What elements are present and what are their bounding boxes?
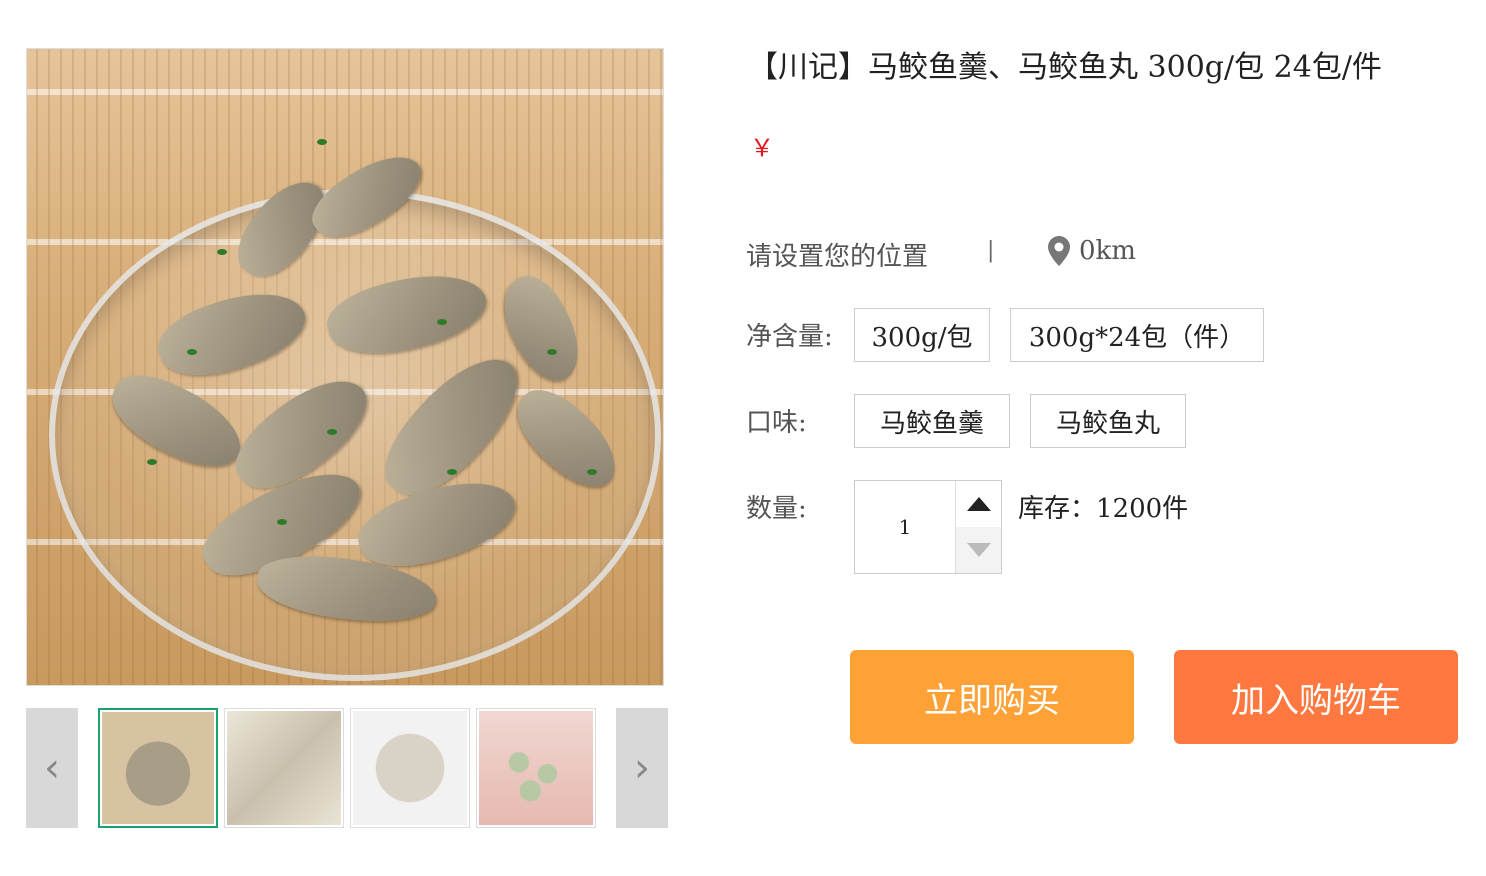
- main-product-image: [26, 48, 664, 686]
- quantity-stepper: [854, 480, 1002, 574]
- chevron-left-icon: ‹: [44, 745, 60, 791]
- location-separator: |: [987, 238, 995, 263]
- net-weight-option-case[interactable]: 300g*24包（件）: [1010, 308, 1264, 362]
- thumbnail-4[interactable]: [476, 708, 596, 828]
- product-title: 【川记】马鲛鱼羹、马鲛鱼丸 300g/包 24包/件: [748, 50, 1382, 85]
- net-weight-option-pack[interactable]: 300g/包: [854, 308, 990, 362]
- flavor-option-fish-soup[interactable]: 马鲛鱼羹: [854, 394, 1010, 448]
- thumbnail-next-button[interactable]: ›: [616, 708, 668, 828]
- quantity-increase-button[interactable]: [956, 481, 1001, 528]
- quantity-decrease-button[interactable]: [956, 527, 1001, 573]
- stock-count: 库存：1200件: [1018, 494, 1189, 524]
- net-weight-label: 净含量:: [746, 322, 833, 352]
- thumbnail-prev-button[interactable]: ‹: [26, 708, 78, 828]
- flavor-label: 口味:: [746, 408, 807, 438]
- triangle-up-icon: [966, 497, 991, 511]
- thumbnail-3[interactable]: [350, 708, 470, 828]
- thumbnail-image: [227, 711, 341, 825]
- buy-now-button[interactable]: 立即购买: [850, 650, 1134, 744]
- thumbnail-image: [353, 711, 467, 825]
- thumbnail-1[interactable]: [98, 708, 218, 828]
- thumbnail-image: [479, 711, 593, 825]
- quantity-input[interactable]: [855, 481, 956, 573]
- thumbnail-2[interactable]: [224, 708, 344, 828]
- flavor-option-fish-ball[interactable]: 马鲛鱼丸: [1030, 394, 1186, 448]
- product-photo: [27, 49, 663, 685]
- thumbnail-image: [102, 712, 214, 824]
- triangle-down-icon: [966, 543, 991, 557]
- quantity-label: 数量:: [746, 494, 807, 524]
- chevron-right-icon: ›: [634, 745, 650, 791]
- location-pin-icon: [1048, 236, 1070, 266]
- add-to-cart-button[interactable]: 加入购物车: [1174, 650, 1458, 744]
- product-price: ￥: [750, 134, 774, 162]
- set-location-link[interactable]: 请设置您的位置: [746, 236, 928, 273]
- location-distance: 0km: [1079, 236, 1136, 266]
